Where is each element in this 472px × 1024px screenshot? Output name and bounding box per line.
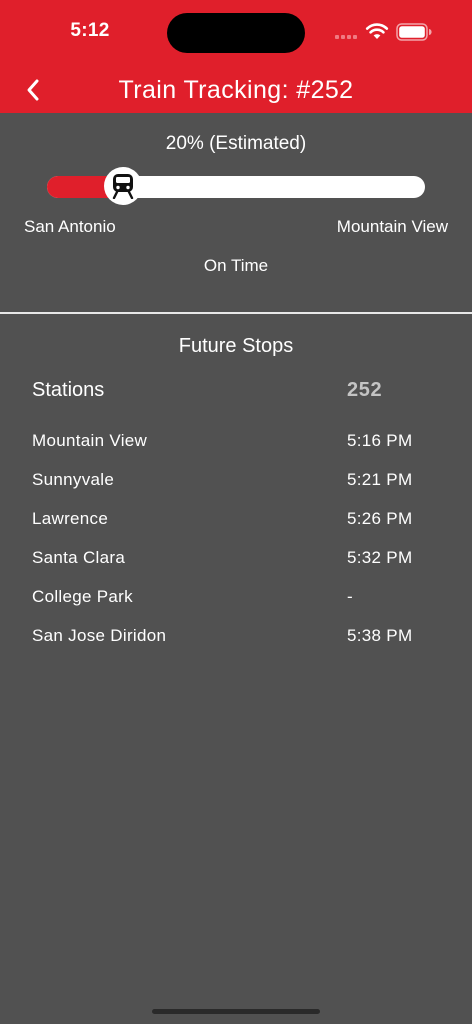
train-position-marker <box>103 167 142 205</box>
train-icon <box>112 174 133 199</box>
stop-station-name: Santa Clara <box>32 548 126 567</box>
dynamic-island <box>167 13 305 53</box>
stop-arrival-time: 5:16 PM <box>347 431 413 450</box>
stop-station-name: College Park <box>32 587 133 606</box>
on-time-status: On Time <box>203 256 269 275</box>
stop-row: San Jose Diridon 5:38 PM <box>0 617 472 656</box>
stations-column-header: Stations <box>32 379 105 401</box>
stop-arrival-time: 5:26 PM <box>347 509 413 528</box>
stop-arrival-time: 5:32 PM <box>347 548 413 567</box>
stop-arrival-time: 5:21 PM <box>347 470 413 489</box>
stop-row: Lawrence 5:26 PM <box>0 500 472 539</box>
home-indicator[interactable] <box>152 1009 320 1014</box>
header-bar: 5:12 Train Tracking: #252 <box>0 0 472 113</box>
future-stops-list: Mountain View 5:16 PM Sunnyvale 5:21 PM … <box>0 422 472 656</box>
section-divider <box>0 312 472 314</box>
destination-station: Mountain View <box>336 217 448 236</box>
wifi-icon <box>365 23 389 39</box>
stop-row: Santa Clara 5:32 PM <box>0 539 472 578</box>
stop-station-name: San Jose Diridon <box>32 626 167 645</box>
future-stops-title: Future Stops <box>178 335 294 357</box>
stop-arrival-time: - <box>347 587 353 606</box>
stop-row: Mountain View 5:16 PM <box>0 422 472 461</box>
stop-arrival-time: 5:38 PM <box>347 626 413 645</box>
page-title: Train Tracking: #252 <box>118 76 354 104</box>
stop-station-name: Sunnyvale <box>32 470 115 489</box>
stop-row: College Park - <box>0 578 472 617</box>
battery-icon <box>396 23 432 41</box>
train-number-column-header: 252 <box>347 379 383 401</box>
back-button[interactable] <box>18 74 48 106</box>
stop-station-name: Mountain View <box>32 431 148 450</box>
stop-row: Sunnyvale 5:21 PM <box>0 461 472 500</box>
progress-label: 20% (Estimated) <box>165 133 307 154</box>
stop-station-name: Lawrence <box>32 509 109 528</box>
chevron-left-icon <box>27 79 39 101</box>
origin-station: San Antonio <box>24 217 116 236</box>
status-time: 5:12 <box>70 20 110 41</box>
cellular-signal-icon <box>335 35 359 41</box>
